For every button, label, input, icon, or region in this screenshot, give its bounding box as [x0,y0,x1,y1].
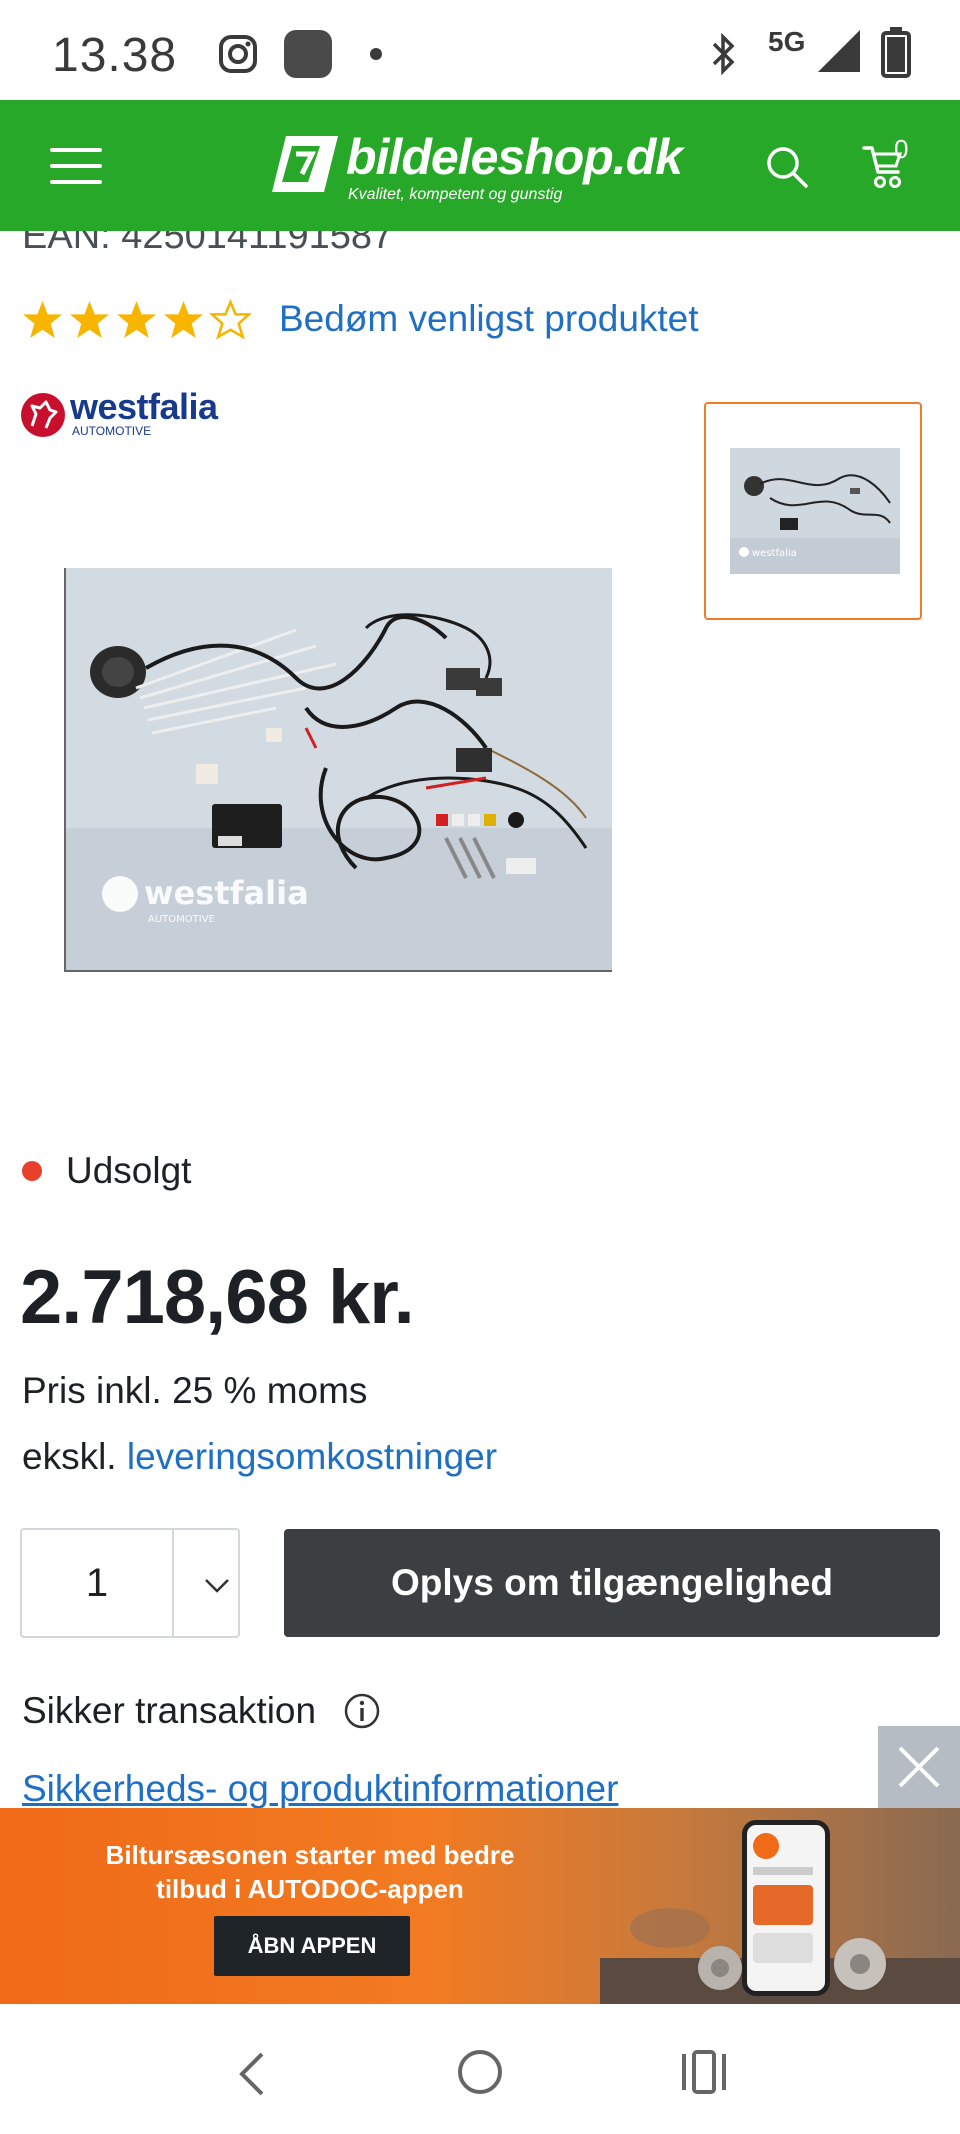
instagram-icon [219,35,257,73]
brand-name: westfalia [70,386,218,427]
rate-product-link[interactable]: Bedøm venligst produktet [279,298,699,340]
product-price: 2.718,68 kr. [20,1255,415,1340]
battery-icon [881,27,911,78]
image-watermark-sub: AUTOMOTIVE [148,914,215,925]
bluetooth-icon [712,32,735,76]
recent-apps-icon[interactable] [680,2048,730,2096]
star-empty-icon [210,298,251,340]
safety-info-link[interactable]: Sikkerheds- og produktinformationer [22,1768,618,1810]
close-ad-button[interactable] [878,1726,960,1810]
cart-count-badge: 0 [894,134,909,164]
product-rating: Bedøm venligst produktet [22,294,699,344]
availability-button[interactable]: Oplys om tilgængelighed [284,1529,940,1637]
rating-stars[interactable] [22,298,251,340]
more-notifications-dot-icon [370,48,382,60]
secure-transaction-label: Sikker transaktion [22,1690,317,1731]
product-thumbnail[interactable]: westfalia [704,402,922,620]
app-notification-icon [284,30,332,78]
shipping-note: ekskl. leveringsomkostninger [22,1436,497,1478]
brand-logo[interactable]: westfalia AUTOMOTIVE [20,386,230,442]
svg-text:westfalia: westfalia [752,548,797,559]
search-icon[interactable] [762,142,812,192]
cart-button[interactable]: 0 [862,134,922,196]
site-logo[interactable]: bildeleshop.dk Kvalitet, kompetent og gu… [268,128,698,208]
logo-tagline: Kvalitet, kompetent og gunstig [348,186,563,203]
ad-headline: Biltursæsonen starter med bedre tilbud i… [40,1838,580,1906]
logo-text: bildeleshop.dk [346,129,683,185]
quantity-divider [172,1530,174,1636]
site-header: bildeleshop.dk Kvalitet, kompetent og gu… [0,100,960,231]
image-watermark: westfalia [144,874,309,912]
stock-status-label: Udsolgt [66,1150,192,1191]
ean-row: EAN: 4250141191587 [0,231,960,261]
ad-headline-line1: Biltursæsonen starter med bedre [105,1840,515,1870]
westfalia-horse-icon [21,393,65,437]
quantity-value: 1 [85,1561,109,1605]
chevron-down-icon[interactable] [202,1570,232,1600]
home-icon[interactable] [456,2048,504,2096]
ad-headline-line2: tilbud i AUTODOC-appen [156,1874,464,1904]
open-app-button[interactable]: ÅBN APPEN [214,1916,410,1976]
signal-icon [818,30,860,72]
star-filled-icon [164,300,203,338]
thumbnail-image: westfalia [730,448,900,574]
secure-transaction[interactable]: Sikker transaktion [22,1690,382,1732]
vat-note: Pris inkl. 25 % moms [22,1370,368,1411]
network-type-label: 5G [768,26,806,57]
star-filled-icon [70,300,109,338]
product-main-image[interactable]: westfalia AUTOMOTIVE [64,568,612,972]
brand-subtitle: AUTOMOTIVE [72,424,152,438]
ad-phone-image [742,1820,830,1996]
autodoc-ad-banner[interactable]: Biltursæsonen starter med bedre tilbud i… [0,1808,960,2004]
back-icon[interactable] [232,2050,272,2098]
logo-mark-icon [272,136,338,192]
status-bar: 13.38 5G [0,0,960,100]
quantity-select[interactable]: 1 [20,1528,240,1638]
status-time: 13.38 [52,29,178,82]
safety-info-row: Sikkerheds- og produktinformationer [0,1768,960,1810]
stock-status: Udsolgt [22,1150,191,1192]
close-icon [898,1746,940,1788]
ean-code: EAN: 4250141191587 [22,231,394,257]
menu-icon[interactable] [50,148,102,184]
star-filled-icon [117,300,156,338]
shipping-costs-link[interactable]: leveringsomkostninger [127,1436,497,1477]
sold-out-dot-icon [22,1161,42,1181]
system-nav-bar [0,2004,960,2134]
info-icon[interactable] [342,1691,382,1731]
star-filled-icon [23,300,62,338]
shipping-prefix: ekskl. [22,1436,117,1477]
